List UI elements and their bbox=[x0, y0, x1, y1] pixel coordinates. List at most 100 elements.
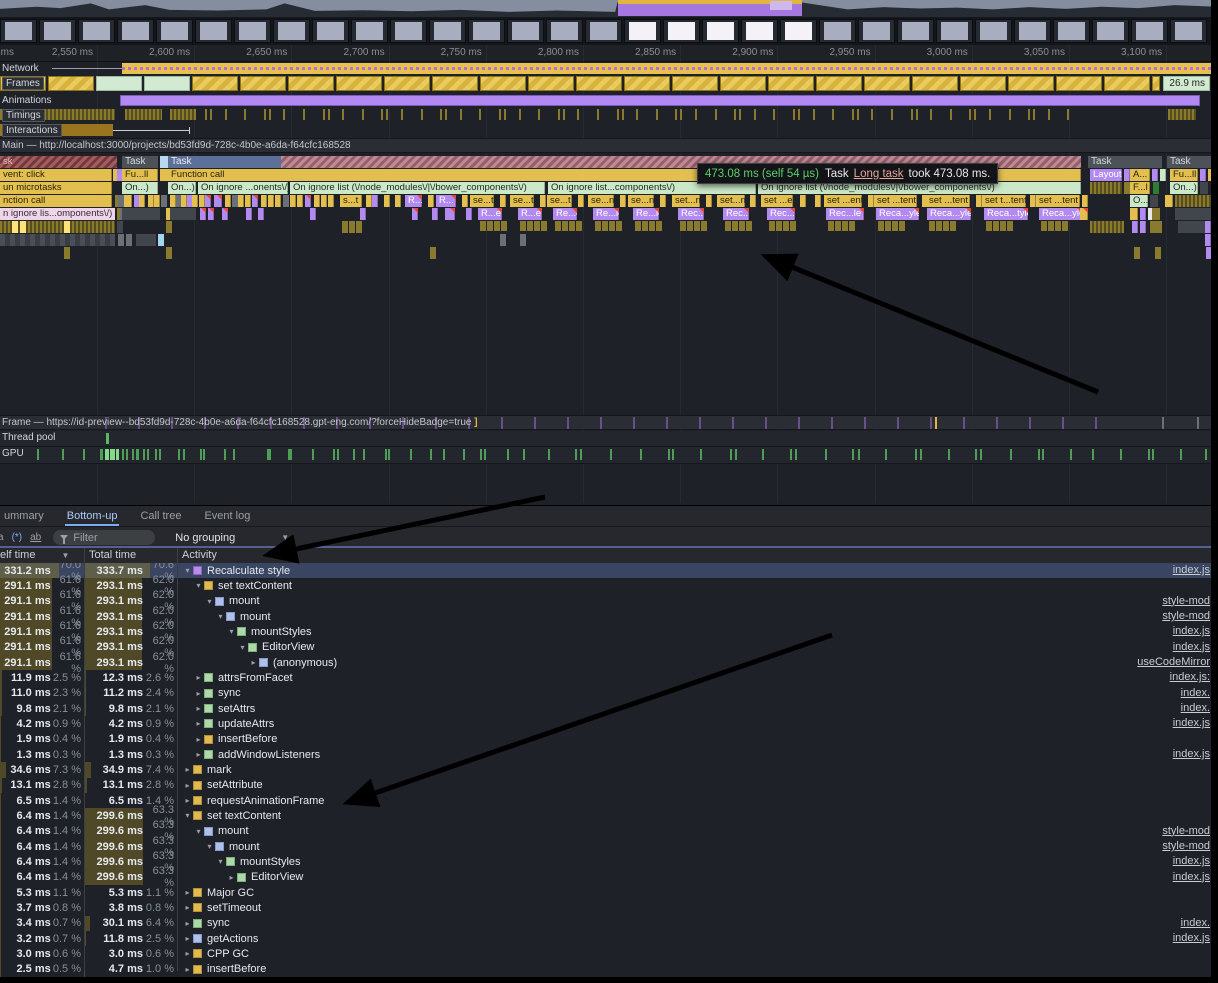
filter-input[interactable]: Filter bbox=[53, 530, 155, 545]
flame-block[interactable]: R... bbox=[436, 195, 456, 207]
frame-segment[interactable] bbox=[864, 76, 910, 91]
source-link[interactable]: index.js bbox=[1173, 855, 1210, 867]
column-self-time[interactable]: elf time▼ bbox=[0, 549, 69, 561]
table-row[interactable]: 291.1 ms61.6 %293.1 ms62.0 %▾set textCon… bbox=[0, 578, 1211, 593]
flame-block[interactable]: R... bbox=[405, 195, 422, 207]
source-link[interactable]: style-mod bbox=[1162, 825, 1210, 837]
activity-name[interactable]: setTimeout bbox=[207, 902, 261, 914]
activity-name[interactable]: set textContent bbox=[218, 580, 292, 592]
track-animations[interactable]: Animations bbox=[0, 94, 1211, 107]
table-row[interactable]: 5.3 ms1.1 %5.3 ms1.1 %▸Major GC bbox=[0, 885, 1211, 900]
activity-name[interactable]: updateAttrs bbox=[218, 718, 274, 730]
expand-arrow-icon[interactable]: ▸ bbox=[194, 750, 203, 759]
table-row[interactable]: 2.5 ms0.5 %4.7 ms1.0 %▸insertBefore bbox=[0, 962, 1211, 977]
source-link[interactable]: index.js: bbox=[1170, 671, 1210, 683]
table-row[interactable]: 291.1 ms61.6 %293.1 ms62.0 %▾EditorViewi… bbox=[0, 640, 1211, 655]
frame-segment[interactable] bbox=[384, 76, 430, 91]
expand-arrow-icon[interactable]: ▸ bbox=[183, 888, 192, 897]
flame-block[interactable]: Fu...ll bbox=[1170, 169, 1198, 181]
source-link[interactable]: style-mod bbox=[1162, 610, 1210, 622]
source-link[interactable]: index.js bbox=[1173, 871, 1210, 883]
activity-name[interactable]: sync bbox=[207, 917, 230, 929]
source-link[interactable]: index.js bbox=[1173, 932, 1210, 944]
track-network[interactable]: Network bbox=[0, 62, 1211, 75]
track-thread-pool[interactable]: Thread pool bbox=[0, 431, 1211, 447]
filmstrip-thumbnail[interactable] bbox=[39, 19, 76, 43]
filmstrip-thumbnail[interactable] bbox=[78, 19, 115, 43]
activity-name[interactable]: EditorView bbox=[251, 871, 303, 883]
flame-block[interactable]: F...l bbox=[1130, 182, 1150, 194]
flame-block[interactable]: On...) bbox=[168, 182, 196, 194]
expand-arrow-icon[interactable]: ▸ bbox=[194, 689, 203, 698]
flame-block[interactable]: Reca...yle bbox=[876, 208, 919, 220]
long-task-link[interactable]: Long task bbox=[854, 168, 904, 180]
table-row[interactable]: 1.3 ms0.3 %1.3 ms0.3 %▸addWindowListener… bbox=[0, 747, 1211, 762]
table-row[interactable]: 6.5 ms1.4 %6.5 ms1.4 %▸requestAnimationF… bbox=[0, 793, 1211, 808]
filmstrip-thumbnail[interactable] bbox=[975, 19, 1012, 43]
collapse-arrow-icon[interactable]: ▾ bbox=[183, 566, 192, 575]
filmstrip-thumbnail[interactable] bbox=[351, 19, 388, 43]
activity-name[interactable]: mark bbox=[207, 764, 231, 776]
flame-block[interactable]: Rec...yle bbox=[767, 208, 795, 220]
screenshot-filmstrip[interactable] bbox=[0, 17, 1211, 45]
frame-segment[interactable] bbox=[432, 76, 478, 91]
tab-event-log[interactable]: Event log bbox=[194, 507, 260, 526]
frame-segment[interactable] bbox=[144, 76, 190, 91]
regex-icon[interactable]: (*) bbox=[12, 532, 23, 543]
filmstrip-thumbnail[interactable] bbox=[273, 19, 310, 43]
table-row[interactable]: 291.1 ms61.6 %293.1 ms62.0 %▾mountstyle-… bbox=[0, 594, 1211, 609]
activity-name[interactable]: requestAnimationFrame bbox=[207, 795, 324, 807]
flame-block[interactable]: set ...tent bbox=[1036, 195, 1080, 207]
filmstrip-thumbnail[interactable] bbox=[312, 19, 349, 43]
track-frames[interactable]: Frames 26.9 ms bbox=[0, 76, 1211, 93]
table-row[interactable]: 1.9 ms0.4 %1.9 ms0.4 %▸insertBefore bbox=[0, 732, 1211, 747]
table-row[interactable]: 3.4 ms0.7 %30.1 ms6.4 %▸syncindex. bbox=[0, 916, 1211, 931]
frame-segment[interactable] bbox=[288, 76, 334, 91]
main-thread-header[interactable]: Main — http://localhost:3000/projects/bd… bbox=[0, 138, 1211, 153]
frame-segment[interactable] bbox=[768, 76, 814, 91]
filmstrip-thumbnail[interactable] bbox=[585, 19, 622, 43]
frame-segment[interactable] bbox=[912, 76, 958, 91]
flame-block[interactable]: n ignore lis...omponents\/) bbox=[0, 208, 115, 220]
frame-segment[interactable] bbox=[816, 76, 862, 91]
filmstrip-thumbnail[interactable] bbox=[936, 19, 973, 43]
source-link[interactable]: index.js bbox=[1173, 625, 1210, 637]
expand-arrow-icon[interactable]: ▸ bbox=[183, 965, 192, 974]
flame-block[interactable]: Rec...le bbox=[678, 208, 704, 220]
table-row[interactable]: 11.0 ms2.3 %11.2 ms2.4 %▸syncindex. bbox=[0, 686, 1211, 701]
filmstrip-thumbnail[interactable] bbox=[1131, 19, 1168, 43]
filmstrip-thumbnail[interactable] bbox=[195, 19, 232, 43]
collapse-arrow-icon[interactable]: ▾ bbox=[216, 857, 225, 866]
expand-arrow-icon[interactable]: ▸ bbox=[183, 765, 192, 774]
track-timings[interactable]: Timings bbox=[0, 108, 1211, 122]
activity-name[interactable]: sync bbox=[218, 687, 241, 699]
flame-block[interactable]: Reca...tyle bbox=[984, 208, 1028, 220]
collapse-arrow-icon[interactable]: ▾ bbox=[194, 581, 203, 590]
flame-block[interactable]: O... bbox=[1130, 195, 1148, 207]
flame-block[interactable]: se...t bbox=[547, 195, 572, 207]
flame-block[interactable]: se...t bbox=[510, 195, 534, 207]
collapse-arrow-icon[interactable]: ▾ bbox=[205, 597, 214, 606]
filmstrip-thumbnail[interactable] bbox=[117, 19, 154, 43]
tab-call-tree[interactable]: Call tree bbox=[130, 507, 191, 526]
flame-block[interactable]: set ...tent bbox=[874, 195, 917, 207]
flame-block[interactable]: Reca...yle bbox=[927, 208, 971, 220]
flame-block[interactable]: Reca...yle bbox=[1039, 208, 1082, 220]
flame-block[interactable]: Rec...le bbox=[723, 208, 749, 220]
source-link[interactable]: useCodeMirror bbox=[1137, 656, 1210, 668]
flame-block[interactable]: set ...ent bbox=[824, 195, 862, 207]
flame-block[interactable]: set t...tent bbox=[982, 195, 1026, 207]
flame-block[interactable]: Layout bbox=[1090, 169, 1122, 181]
frame-segment[interactable] bbox=[624, 76, 670, 91]
activity-name[interactable]: getActions bbox=[207, 933, 258, 945]
table-row[interactable]: 291.1 ms61.6 %293.1 ms62.0 %▾mountStyles… bbox=[0, 624, 1211, 639]
activity-name[interactable]: insertBefore bbox=[218, 733, 277, 745]
filmstrip-thumbnail[interactable] bbox=[546, 19, 583, 43]
filmstrip-thumbnail[interactable] bbox=[1170, 19, 1207, 43]
filmstrip-thumbnail[interactable] bbox=[1092, 19, 1129, 43]
filmstrip-thumbnail[interactable] bbox=[624, 19, 661, 43]
flame-block[interactable]: set ...tent bbox=[926, 195, 970, 207]
grouping-select[interactable]: No grouping bbox=[175, 532, 235, 544]
timeline-ruler[interactable]: ms 2,550 ms2,600 ms2,650 ms2,700 ms2,750… bbox=[0, 45, 1211, 62]
frame-segment[interactable] bbox=[1152, 76, 1160, 91]
